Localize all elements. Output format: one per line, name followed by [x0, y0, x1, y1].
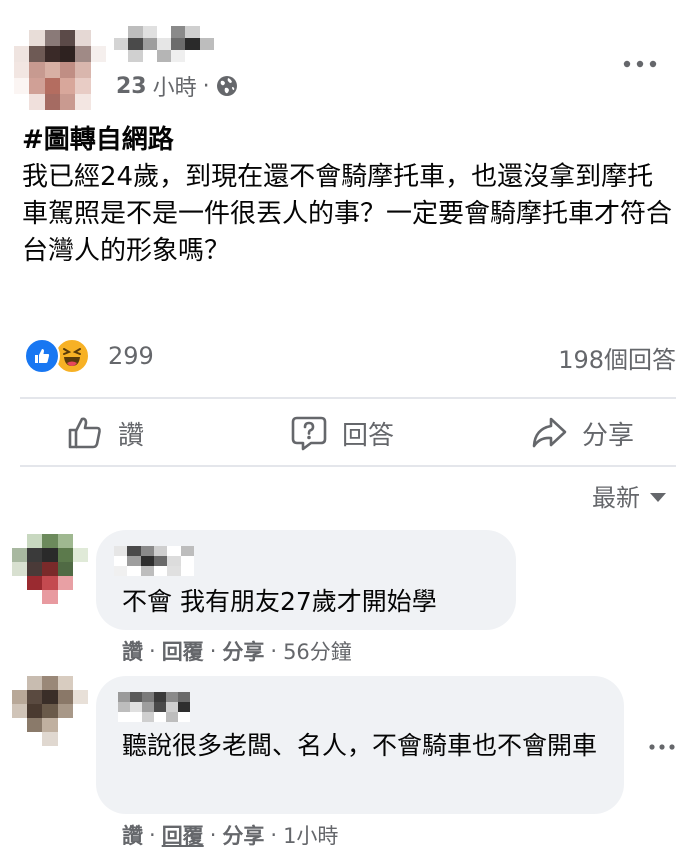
comment-share-button[interactable]: 分享: [222, 820, 264, 850]
comment-share-button[interactable]: 分享: [222, 636, 264, 666]
post-body-text: 我已經24歲，到現在還不會騎摩托車，也還沒拿到摩托車駕照是不是一件很丟人的事？一…: [22, 162, 673, 266]
comment-bubble: 不會 我有朋友27歲才開始學: [96, 530, 516, 630]
thumbs-up-icon: [68, 417, 101, 449]
post-author-avatar[interactable]: [14, 30, 106, 110]
separator: ·: [209, 823, 217, 847]
post-content: #圖轉自網路 我已經24歲，到現在還不會騎摩托車，也還沒拿到摩托車駕照是不是一件…: [22, 122, 672, 270]
sort-label: 最新: [592, 484, 640, 512]
like-label: 讚: [118, 420, 145, 451]
comment-like-button[interactable]: 讚: [122, 820, 143, 850]
sort-dropdown[interactable]: 最新: [592, 478, 666, 513]
comment-timestamp[interactable]: 1小時: [283, 820, 338, 850]
commenter-name-blurred[interactable]: [114, 546, 194, 576]
more-options-icon[interactable]: [622, 56, 658, 72]
share-button[interactable]: 分享: [530, 410, 634, 456]
share-label: 分享: [582, 420, 635, 451]
post-author-name-blurred[interactable]: [114, 26, 214, 62]
reaction-count[interactable]: 299: [108, 342, 154, 370]
like-button[interactable]: 讚: [66, 410, 144, 456]
globe-icon: [216, 76, 237, 96]
separator: ·: [149, 823, 156, 847]
meta-separator: ·: [202, 73, 210, 99]
answers-count[interactable]: 198個回答: [558, 340, 676, 375]
comment-reply-button[interactable]: 回覆: [162, 636, 204, 666]
like-icon: [24, 338, 60, 374]
separator: ·: [209, 639, 217, 663]
divider: [20, 465, 676, 467]
answer-label: 回答: [342, 420, 395, 451]
caret-down-icon: [650, 493, 666, 502]
comment-text: 不會 我有朋友27歲才開始學: [122, 587, 437, 616]
share-arrow-icon: [532, 417, 567, 448]
comment-actions: 讚 · 回覆 · 分享 · 1小時: [122, 820, 338, 850]
answer-button[interactable]: 回答: [290, 410, 394, 456]
separator: ·: [149, 639, 156, 663]
commenter-avatar[interactable]: [12, 676, 88, 746]
post-time-unit[interactable]: 小時: [153, 70, 197, 102]
divider: [20, 397, 676, 399]
comment-actions: 讚 · 回覆 · 分享 · 56分鐘: [122, 636, 352, 666]
comment-like-button[interactable]: 讚: [122, 636, 143, 666]
post-meta: 23 小時 ·: [116, 70, 238, 102]
comment-timestamp[interactable]: 56分鐘: [283, 636, 352, 666]
comment-bubble: 聽說很多老闆、名人，不會騎車也不會開車: [96, 676, 624, 814]
post-hashtag[interactable]: #圖轉自網路: [22, 122, 672, 159]
comment-more-options-icon[interactable]: [648, 742, 676, 752]
comment-text: 聽說很多老闆、名人，不會騎車也不會開車: [122, 731, 598, 760]
commenter-name-blurred[interactable]: [118, 692, 190, 722]
commenter-avatar[interactable]: [12, 534, 88, 604]
post-time-number[interactable]: 23: [116, 74, 147, 99]
question-bubble-icon: [291, 416, 327, 451]
separator: ·: [270, 639, 278, 663]
reactions-summary[interactable]: 299: [24, 338, 154, 374]
separator: ·: [270, 823, 278, 847]
comment-reply-button[interactable]: 回覆: [162, 820, 204, 850]
